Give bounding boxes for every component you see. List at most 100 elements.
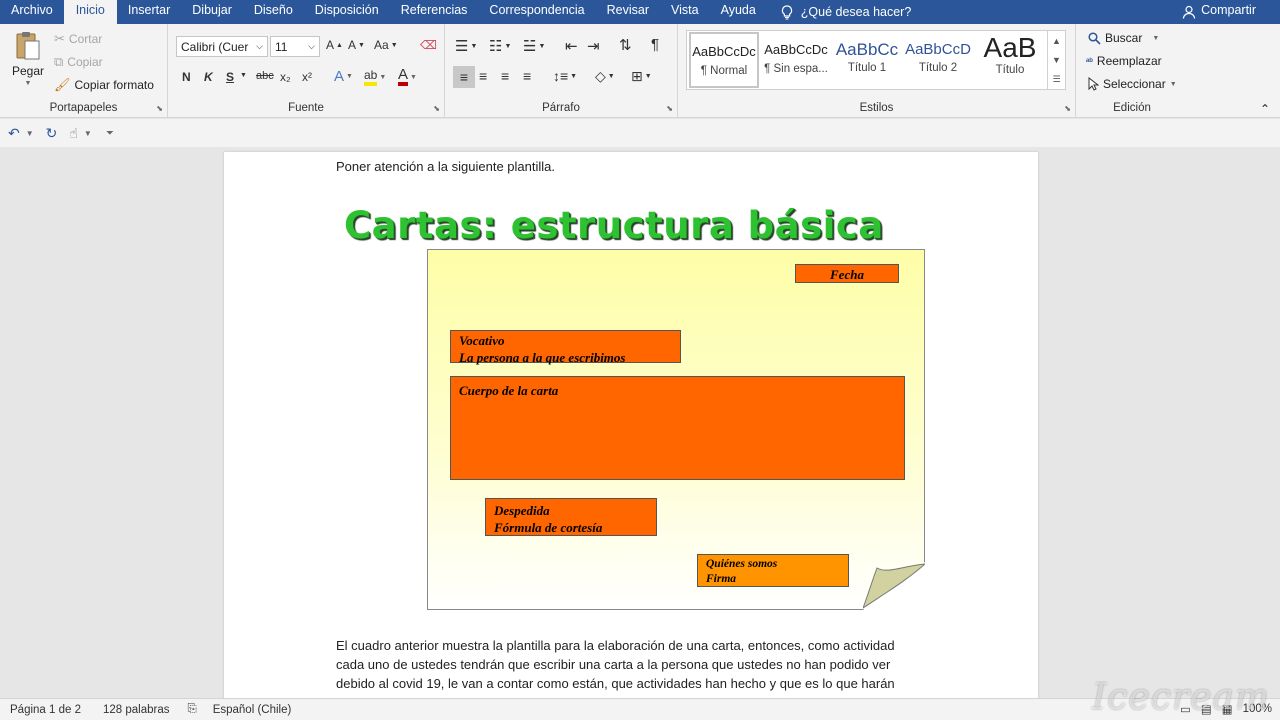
dialog-launcher-icon[interactable]: ⬊	[433, 104, 440, 113]
fecha-box: Fecha	[795, 264, 899, 283]
change-case-button[interactable]: Aa ▼	[374, 38, 398, 52]
underline-button[interactable]: S	[226, 70, 234, 84]
style-titulo[interactable]: AaB Título	[975, 32, 1045, 88]
superscript-button[interactable]: x²	[302, 70, 312, 84]
paste-dropdown-icon[interactable]: ▼	[25, 80, 32, 87]
numbering-icon[interactable]: ☷ ▼	[489, 37, 511, 55]
pilcrow-icon[interactable]: ¶	[651, 36, 659, 53]
tab-inicio[interactable]: Inicio	[63, 0, 117, 24]
editing-group-label: Edición	[1113, 102, 1151, 114]
paste-button[interactable]: Pegar ▼	[12, 30, 44, 87]
collapse-ribbon-icon[interactable]: ⌃	[1260, 102, 1270, 116]
shrink-font-button[interactable]: A ▼	[348, 38, 365, 52]
body-line-1[interactable]: El cuadro anterior muestra la plantilla …	[336, 636, 926, 655]
paragraph-group-label: Párrafo	[542, 102, 580, 114]
tab-dibujar[interactable]: Dibujar	[181, 0, 243, 24]
letter-template-graphic[interactable]: Fecha Vocativo La persona a la que escri…	[427, 249, 925, 610]
underline-dropdown-icon[interactable]: ▼	[240, 72, 247, 79]
style-preview: AaBbCc	[835, 40, 899, 59]
word-count[interactable]: 128 palabras	[103, 704, 170, 716]
shading-icon[interactable]: ◇ ▼	[595, 68, 615, 85]
increase-indent-icon[interactable]: ⇥	[587, 37, 600, 55]
document-page[interactable]: Poner atención a la siguiente plantilla.…	[224, 152, 1038, 712]
tab-archivo[interactable]: Archivo	[0, 0, 64, 24]
tab-disposicion[interactable]: Disposición	[304, 0, 390, 24]
intro-paragraph[interactable]: Poner atención a la siguiente plantilla.	[336, 157, 926, 176]
chevron-up-icon[interactable]: ▲	[1052, 36, 1061, 46]
font-size-combo[interactable]: 11 ⌵	[270, 36, 320, 57]
text-effects-icon[interactable]: A ▼	[334, 68, 353, 85]
more-styles-icon[interactable]: ☰	[1052, 74, 1060, 85]
align-left-icon[interactable]: ≡	[453, 66, 475, 88]
grow-font-button[interactable]: A ▲	[326, 38, 343, 52]
redo-icon[interactable]: ↻	[46, 125, 58, 142]
share-button[interactable]: Compartir	[1182, 0, 1256, 24]
align-right-icon[interactable]: ≡	[501, 68, 509, 84]
align-center-icon[interactable]: ≡	[479, 68, 487, 84]
find-button[interactable]: Buscar ▼	[1088, 31, 1159, 45]
find-label: Buscar	[1105, 31, 1143, 45]
page-count[interactable]: Página 1 de 2	[10, 704, 81, 716]
format-painter-button[interactable]: 🖌 Copiar formato	[54, 77, 154, 93]
undo-dropdown-icon[interactable]: ▼	[26, 129, 34, 138]
tab-diseno[interactable]: Diseño	[243, 0, 304, 24]
highlight-icon[interactable]: ab ▼	[364, 68, 386, 86]
select-button[interactable]: Seleccionar ▼	[1088, 77, 1177, 91]
justify-icon[interactable]: ≡	[523, 68, 531, 84]
firma-desc: Quiénes somos	[706, 558, 778, 570]
chevron-down-icon[interactable]: ▼	[1052, 55, 1061, 65]
font-color-icon[interactable]: A ▼	[398, 67, 417, 86]
multilevel-list-icon[interactable]: ☱ ▼	[523, 37, 545, 55]
styles-scroll: ▲ ▼ ☰	[1047, 31, 1065, 89]
tab-correspondencia[interactable]: Correspondencia	[478, 0, 595, 24]
cut-button[interactable]: ✂ Cortar	[54, 31, 102, 47]
italic-button[interactable]: K	[204, 70, 213, 84]
language-indicator[interactable]: Español (Chile)	[213, 704, 292, 716]
sort-icon[interactable]: ⇅	[619, 36, 632, 54]
font-family-combo[interactable]: Calibri (Cuer ⌵	[176, 36, 268, 57]
style-titulo-1[interactable]: AaBbCc Título 1	[832, 32, 902, 88]
borders-icon[interactable]: ⊞ ▼	[631, 68, 652, 85]
tell-me-box[interactable]: ¿Qué desea hacer?	[781, 4, 911, 20]
dialog-launcher-icon[interactable]: ⬊	[1064, 104, 1071, 113]
brush-icon: 🖌	[54, 77, 71, 92]
tab-vista[interactable]: Vista	[660, 0, 710, 24]
vocativo-label: Vocativo	[459, 333, 505, 348]
vocativo-desc: La persona a la que escribimos	[459, 350, 626, 365]
font-size-value: 11	[275, 39, 288, 54]
body-line-2[interactable]: cada uno de ustedes tendrán que escribir…	[336, 655, 926, 674]
tab-insertar[interactable]: Insertar	[117, 0, 181, 24]
copy-button[interactable]: ⧉ Copiar	[54, 54, 103, 70]
font-family-value: Calibri (Cuer	[181, 39, 249, 54]
customize-qat-icon[interactable]: ⏷	[106, 128, 114, 139]
decrease-indent-icon[interactable]: ⇤	[565, 37, 578, 55]
tab-ayuda[interactable]: Ayuda	[710, 0, 767, 24]
tab-revisar[interactable]: Revisar	[596, 0, 660, 24]
style-titulo-2[interactable]: AaBbCcD Título 2	[903, 32, 973, 88]
fecha-label: Fecha	[830, 267, 864, 282]
touch-mode-icon[interactable]: ☝	[69, 125, 78, 142]
style-name: Título 1	[847, 62, 887, 74]
dialog-launcher-icon[interactable]: ⬊	[666, 104, 673, 113]
line-spacing-icon[interactable]: ↕≡ ▼	[553, 68, 577, 84]
touch-dropdown-icon[interactable]: ▼	[84, 129, 92, 138]
style-sin-espaciado[interactable]: AaBbCcDc ¶ Sin espa...	[761, 32, 831, 88]
tab-referencias[interactable]: Referencias	[390, 0, 479, 24]
subscript-button[interactable]: x₂	[280, 70, 291, 84]
paragraph-group: ☰ ▼ ☷ ▼ ☱ ▼ ⇤ ⇥ ⇅ ¶ ≡ ≡ ≡ ≡ ↕≡ ▼ ◇ ▼ ⊞ ▼ Párra…	[445, 24, 678, 118]
replace-button[interactable]: ᵃᵇ Reemplazar	[1086, 54, 1162, 68]
strikethrough-button[interactable]: abc	[256, 70, 274, 82]
format-painter-label: Copiar formato	[74, 78, 154, 92]
person-icon	[1182, 0, 1196, 24]
bullets-icon[interactable]: ☰ ▼	[455, 37, 477, 55]
proofing-icon[interactable]: ⎘	[187, 703, 196, 716]
undo-icon[interactable]: ↶	[8, 125, 20, 142]
bold-button[interactable]: N	[182, 70, 191, 84]
cuerpo-label: Cuerpo de la carta	[459, 383, 559, 398]
style-normal[interactable]: AaBbCcDc ¶ Normal	[689, 32, 759, 88]
dialog-launcher-icon[interactable]: ⬊	[156, 104, 163, 113]
watermark-logo: Icecream	[1092, 677, 1270, 718]
body-line-3[interactable]: debido al covid 19, le van a contar como…	[336, 674, 926, 693]
despedida-desc: Fórmula de cortesía	[494, 520, 603, 535]
clear-format-icon[interactable]: ⌫	[420, 38, 437, 52]
